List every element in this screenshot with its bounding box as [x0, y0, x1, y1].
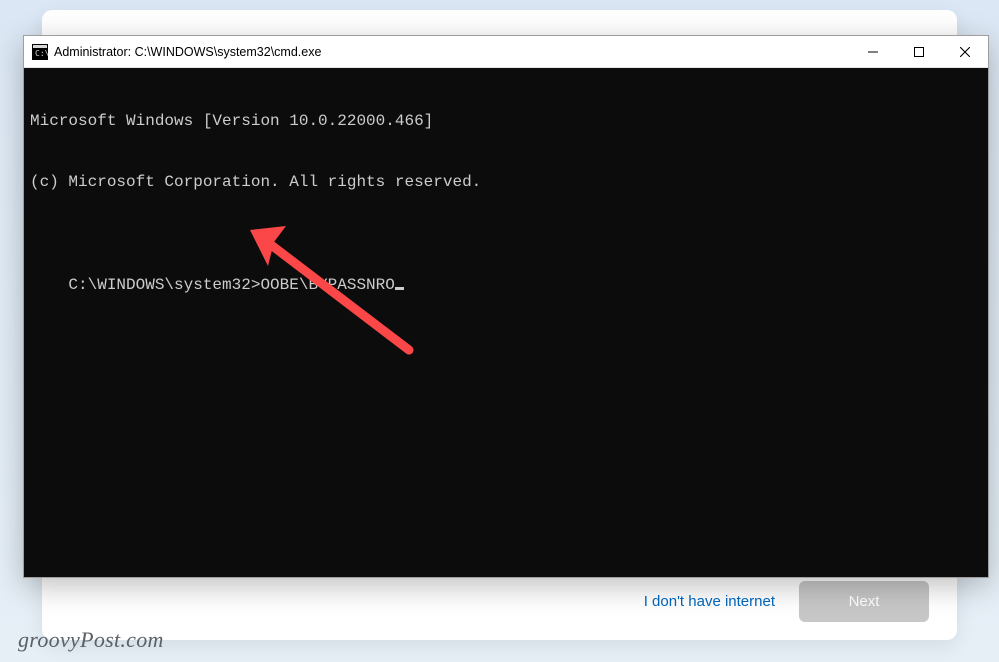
- close-button[interactable]: [942, 36, 988, 68]
- terminal-line: (c) Microsoft Corporation. All rights re…: [30, 172, 982, 192]
- next-button[interactable]: Next: [799, 581, 929, 622]
- maximize-icon: [914, 47, 924, 57]
- watermark: groovyPost.com: [18, 627, 164, 653]
- close-icon: [960, 47, 970, 57]
- terminal-cursor: [395, 287, 404, 290]
- titlebar[interactable]: C:\ Administrator: C:\WINDOWS\system32\c…: [24, 36, 988, 68]
- no-internet-link[interactable]: I don't have internet: [644, 593, 775, 610]
- svg-text:C:\: C:\: [35, 49, 48, 58]
- terminal-output[interactable]: Microsoft Windows [Version 10.0.22000.46…: [24, 68, 988, 577]
- cmd-window: C:\ Administrator: C:\WINDOWS\system32\c…: [23, 35, 989, 578]
- terminal-line: Microsoft Windows [Version 10.0.22000.46…: [30, 111, 982, 131]
- terminal-blank-line: [30, 234, 982, 254]
- cmd-icon: C:\: [32, 44, 48, 60]
- titlebar-text: Administrator: C:\WINDOWS\system32\cmd.e…: [54, 45, 321, 59]
- terminal-prompt: C:\WINDOWS\system32>: [68, 276, 260, 294]
- minimize-icon: [868, 47, 878, 57]
- setup-footer: I don't have internet Next: [644, 581, 929, 622]
- maximize-button[interactable]: [896, 36, 942, 68]
- terminal-typed-command: OOBE\BYPASSNRO: [260, 276, 394, 294]
- minimize-button[interactable]: [850, 36, 896, 68]
